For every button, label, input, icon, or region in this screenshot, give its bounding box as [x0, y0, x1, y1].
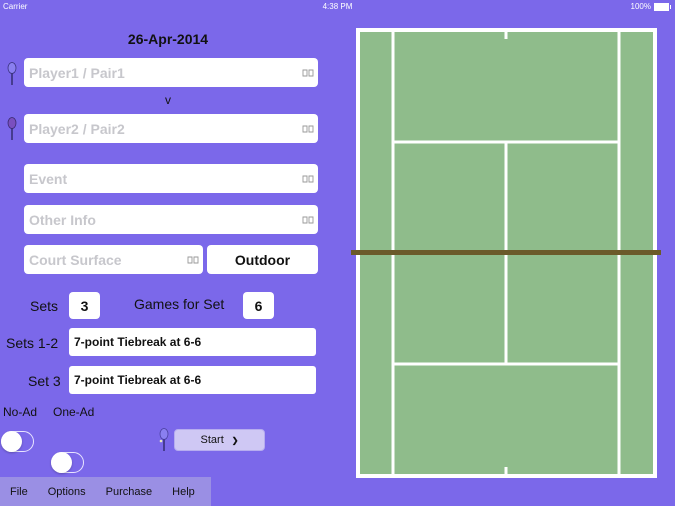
one-ad-label: One-Ad: [53, 405, 95, 419]
start-button[interactable]: Start ❯: [174, 429, 265, 451]
other-info-placeholder: Other Info: [29, 211, 96, 228]
event-input[interactable]: Event: [24, 164, 318, 193]
sets-selector[interactable]: 3: [69, 292, 100, 319]
versus-label: v: [165, 93, 171, 107]
racket-icon-player1[interactable]: [7, 62, 17, 86]
address-book-icon[interactable]: [302, 68, 314, 77]
player1-input[interactable]: Player1 / Pair1: [24, 58, 318, 87]
battery-status: 100%: [630, 2, 671, 11]
toggle-knob: [51, 452, 72, 473]
sets-label: Sets: [30, 298, 59, 314]
address-book-icon[interactable]: [302, 124, 314, 133]
clock: 4:38 PM: [322, 2, 353, 11]
start-label: Start: [200, 434, 224, 446]
menu-options[interactable]: Options: [38, 486, 96, 498]
player2-placeholder: Player2 / Pair2: [29, 120, 125, 137]
no-ad-toggle[interactable]: [1, 431, 34, 452]
net: [351, 250, 661, 255]
one-ad-toggle[interactable]: [51, 452, 84, 473]
event-placeholder: Event: [29, 170, 68, 187]
set3-label: Set 3: [28, 373, 61, 389]
player1-placeholder: Player1 / Pair1: [29, 64, 125, 81]
address-book-icon[interactable]: [302, 174, 314, 183]
venue-type-button[interactable]: Outdoor: [207, 245, 318, 274]
other-info-input[interactable]: Other Info: [24, 205, 318, 234]
racket-icon-server: [159, 428, 169, 451]
battery-percent: 100%: [630, 2, 651, 11]
no-ad-label: No-Ad: [3, 405, 38, 419]
address-book-icon[interactable]: [302, 215, 314, 224]
menu-bar: File Options Purchase Help: [0, 477, 211, 506]
player2-input[interactable]: Player2 / Pair2: [24, 114, 318, 143]
racket-icon-player2[interactable]: [7, 117, 17, 141]
games-selector[interactable]: 6: [243, 292, 274, 319]
battery-icon: [654, 2, 671, 11]
chevron-right-icon: ❯: [231, 435, 239, 445]
tennis-court[interactable]: [345, 25, 675, 485]
court-surface-input[interactable]: Court Surface: [24, 245, 203, 274]
status-bar: Carrier 4:38 PM 100%: [0, 0, 675, 14]
toggle-knob: [1, 431, 22, 452]
address-book-icon[interactable]: [187, 255, 199, 264]
set3-tiebreak-selector[interactable]: 7-point Tiebreak at 6-6: [69, 366, 316, 394]
venue-type-label: Outdoor: [234, 251, 291, 268]
menu-purchase[interactable]: Purchase: [96, 486, 162, 498]
sets12-label: Sets 1-2: [6, 335, 59, 351]
menu-help[interactable]: Help: [162, 486, 205, 498]
court-surface-placeholder: Court Surface: [29, 251, 122, 268]
games-for-set-label: Games for Set: [134, 296, 225, 312]
match-date[interactable]: 26-Apr-2014: [0, 31, 336, 47]
sets12-tiebreak-selector[interactable]: 7-point Tiebreak at 6-6: [69, 328, 316, 356]
menu-file[interactable]: File: [0, 486, 38, 498]
